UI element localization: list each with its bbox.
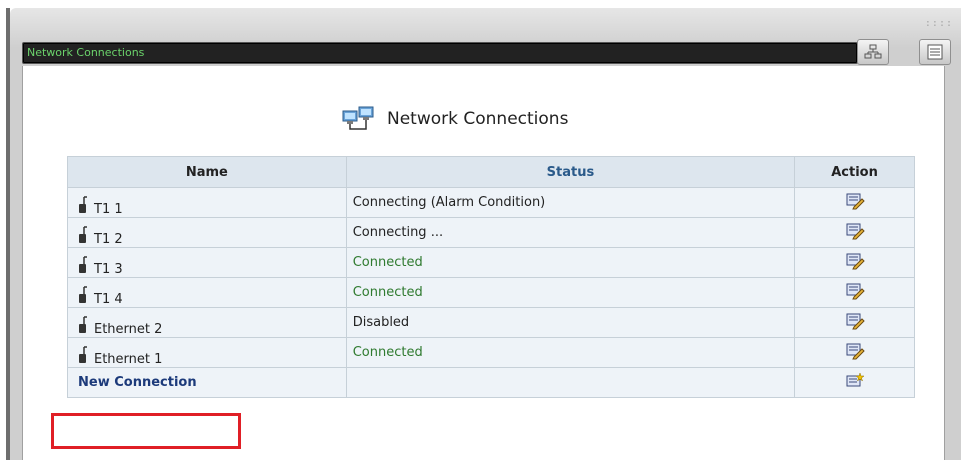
column-header-name: Name [67,156,347,188]
plug-icon [79,345,87,363]
plug-icon [79,285,87,303]
connection-name-cell[interactable]: Ethernet 2 [67,307,347,338]
window-titlebar: Network Connections [22,42,858,64]
new-connection-link[interactable]: New Connection [78,375,197,390]
connection-name-link[interactable]: Ethernet 2 [94,322,162,337]
table-row: T1 3 Connected [67,247,915,278]
edit-icon[interactable] [845,192,865,210]
connection-name-cell[interactable]: T1 3 [67,247,347,278]
status-cell: Connected [345,277,796,308]
new-item-icon[interactable] [845,371,865,390]
table-header-row: Name Status Action [67,156,915,188]
action-cell [794,247,915,278]
action-cell [794,187,915,218]
new-connection-row: New Connection [67,367,915,398]
status-cell: Connected [345,337,796,368]
connections-table: Name Status Action T1 1 Connecting (Alar… [67,156,915,398]
highlight-box [51,413,241,449]
table-row: T1 1 Connecting (Alarm Condition) [67,187,915,218]
edit-icon[interactable] [845,252,865,270]
status-cell: Connected [345,247,796,278]
connection-name-cell[interactable]: T1 1 [67,187,347,218]
list-icon [927,44,943,60]
new-connection-cell[interactable]: New Connection [67,367,347,398]
table-row: T1 2 Connecting ... [67,217,915,248]
connection-name-link[interactable]: T1 3 [94,262,123,277]
list-button[interactable] [919,39,951,65]
connection-name-link[interactable]: Ethernet 1 [94,352,162,367]
window-title: Network Connections [27,46,145,59]
network-computers-icon [342,106,374,130]
page-title: Network Connections [387,109,569,129]
status-cell: Disabled [345,307,796,338]
table-row: Ethernet 1 Connected [67,337,915,368]
network-tree-button[interactable] [857,39,889,65]
status-cell: Connecting (Alarm Condition) [345,187,796,218]
edit-icon[interactable] [845,282,865,300]
edit-icon[interactable] [845,222,865,240]
connection-name-cell[interactable]: T1 4 [67,277,347,308]
action-cell [794,307,915,338]
column-header-status: Status [345,156,796,188]
content-panel: Network Connections Name Status Action T… [22,66,945,460]
action-cell [794,367,915,398]
connection-name-link[interactable]: T1 1 [94,202,123,217]
empty-status-cell [345,367,796,398]
table-row: Ethernet 2 Disabled [67,307,915,338]
column-header-action: Action [794,156,915,188]
grip-icon: :::: [924,18,953,29]
plug-icon [79,255,87,273]
action-cell [794,217,915,248]
page-heading: Network Connections [341,104,568,134]
network-tree-icon [864,44,882,59]
edit-icon[interactable] [845,342,865,360]
connection-name-cell[interactable]: T1 2 [67,217,347,248]
edit-icon[interactable] [845,312,865,330]
status-cell: Connecting ... [345,217,796,248]
connection-name-link[interactable]: T1 2 [94,232,123,247]
table-row: T1 4 Connected [67,277,915,308]
plug-icon [79,195,87,213]
plug-icon [79,225,87,243]
connection-name-cell[interactable]: Ethernet 1 [67,337,347,368]
connection-name-link[interactable]: T1 4 [94,292,123,307]
action-cell [794,337,915,368]
action-cell [794,277,915,308]
plug-icon [79,315,87,333]
